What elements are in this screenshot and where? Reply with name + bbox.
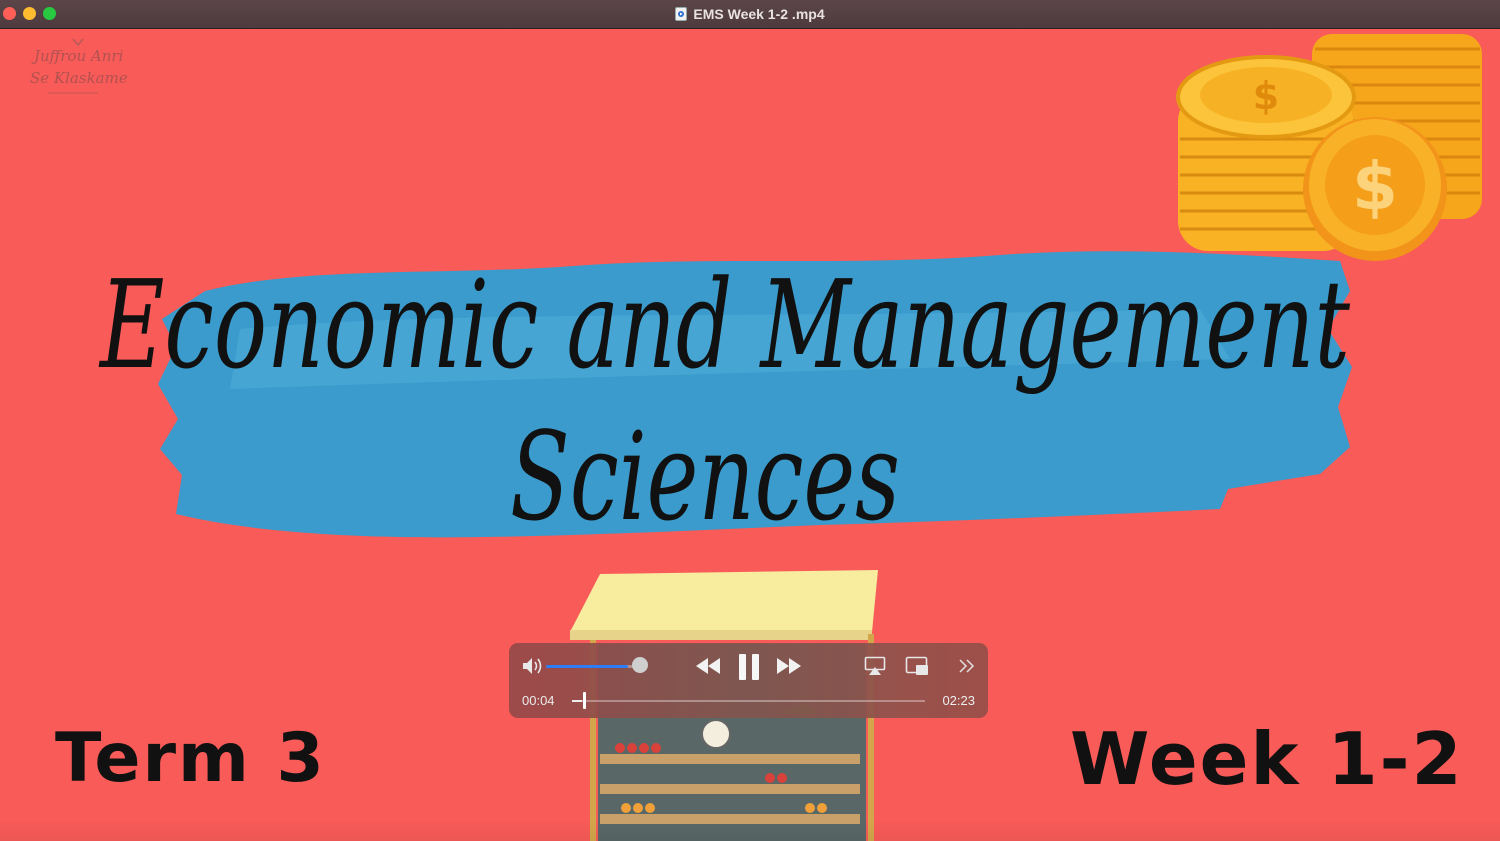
volume-slider-fill [546, 665, 628, 668]
slide-title-line2: Sciences [510, 406, 900, 548]
airplay-icon[interactable] [864, 656, 886, 676]
window-title-area: EMS Week 1-2 .mp4 [0, 0, 1500, 28]
playback-controls[interactable]: 00:04 02:23 [509, 643, 988, 718]
current-time: 00:04 [522, 693, 555, 708]
picture-in-picture-icon[interactable] [905, 656, 929, 676]
rewind-icon[interactable] [695, 657, 721, 675]
total-time: 02:23 [942, 693, 975, 708]
title-artwork: Economic and Management Sciences [99, 251, 1352, 548]
progress-scrubber-fill [572, 700, 582, 702]
bottom-edge-shade [0, 821, 1500, 841]
video-file-icon [675, 7, 688, 21]
title-bar[interactable]: EMS Week 1-2 .mp4 [0, 0, 1500, 29]
pause-icon[interactable] [738, 653, 760, 681]
week-label: Week 1-2 [1070, 717, 1464, 801]
video-player-window: EMS Week 1-2 .mp4 Juffrou Anri Se Klaska… [0, 0, 1500, 841]
more-chevron-icon[interactable] [958, 657, 976, 675]
fast-forward-icon[interactable] [776, 657, 802, 675]
window-title: EMS Week 1-2 .mp4 [693, 6, 825, 22]
volume-slider-knob[interactable] [632, 657, 648, 673]
progress-scrubber[interactable] [572, 700, 925, 702]
video-frame[interactable]: Juffrou Anri Se Klaskamer $ $ Economic a… [0, 29, 1500, 841]
volume-slider[interactable] [546, 665, 642, 668]
progress-scrubber-knob[interactable] [583, 692, 586, 709]
term-label: Term 3 [55, 719, 326, 798]
slide-title-line1: Economic and Management [99, 254, 1351, 396]
speaker-icon[interactable] [522, 657, 542, 675]
